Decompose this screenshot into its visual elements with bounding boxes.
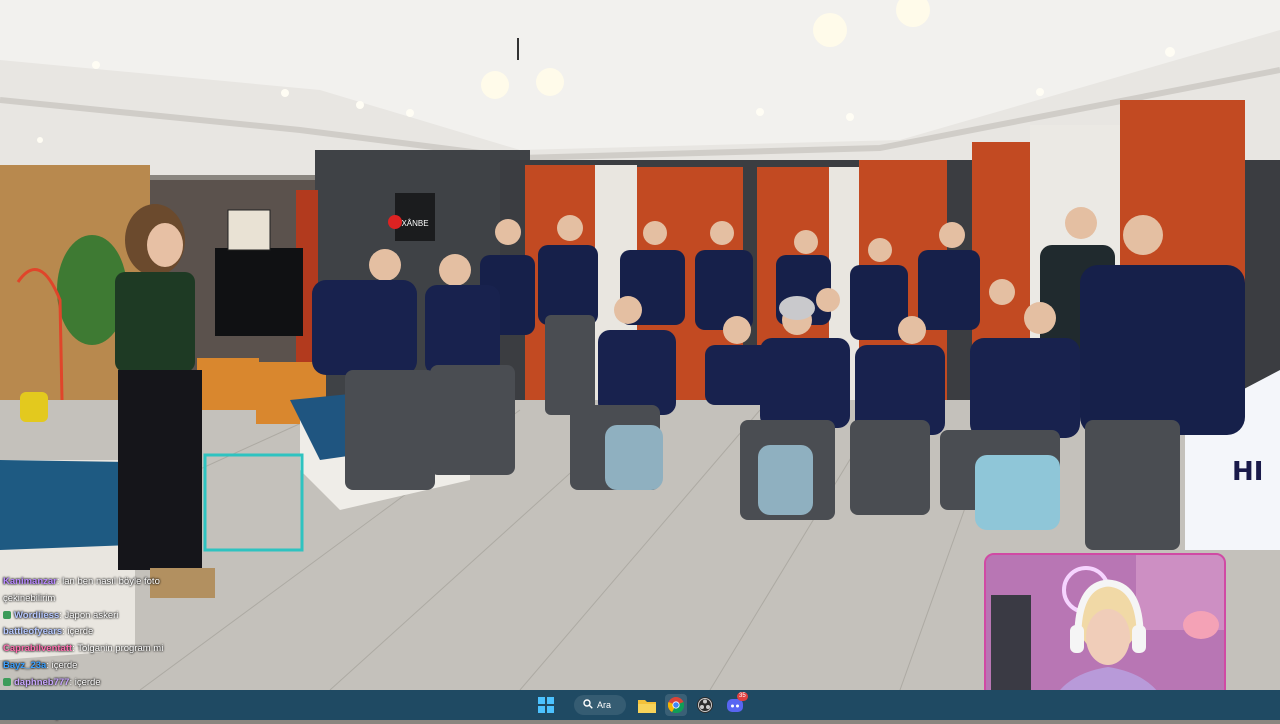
chat-badge-icon	[3, 677, 11, 686]
search-icon	[583, 699, 593, 711]
mic-arm	[991, 595, 1031, 695]
wall-frame	[227, 209, 271, 251]
search-label: Ara	[597, 700, 612, 710]
chat-username[interactable]: Kanimanzar	[3, 576, 57, 587]
chat-text: çekinebilirim	[3, 592, 56, 604]
chat-username[interactable]: Bayz_23a	[3, 660, 46, 671]
streamer-face	[1086, 609, 1130, 665]
arcade-text: HI	[1232, 457, 1263, 487]
chat-message: Wordiiess: Japon askeri	[3, 608, 118, 624]
chat-text: : Tolganin program mi	[72, 643, 164, 655]
chat-username[interactable]: daphneb777	[14, 677, 69, 688]
tv	[215, 248, 303, 336]
chat-text: : Japon askeri	[59, 609, 119, 621]
chat-username[interactable]: battleofyears	[3, 626, 62, 637]
logo-sign	[395, 193, 435, 241]
logo-sign-text: XÂNBE	[401, 219, 428, 228]
chat-message: daphneb777: içerde	[3, 675, 101, 691]
yellow-vase	[20, 392, 48, 422]
chat-text: : lan ben nasıl böyle foto	[56, 576, 160, 587]
discord-icon[interactable]: 35	[724, 692, 748, 716]
red-lamp	[388, 215, 402, 229]
obs-icon[interactable]	[694, 694, 716, 716]
blue-blanket-left	[0, 460, 132, 550]
file-explorer-icon[interactable]	[636, 694, 658, 716]
chat-badge-icon	[3, 610, 11, 619]
grey-beanie	[779, 296, 815, 320]
windows-taskbar: Ara 35	[0, 690, 1280, 720]
chat-message: çekinebilirim	[3, 591, 55, 607]
chrome-icon[interactable]	[665, 694, 687, 716]
taskbar-search[interactable]: Ara	[574, 695, 626, 715]
chat-username[interactable]: Wordiiess	[14, 610, 59, 621]
chat-message: Caprabilventatt: Tolganin program mi	[3, 641, 163, 657]
chat-message: Kanimanzar: lan ben nasıl böyle foto	[3, 574, 160, 590]
chat-text: : içerde	[69, 676, 101, 688]
stream-chat-overlay: Kanimanzar: lan ben nasıl böyle foto çeki…	[0, 574, 240, 721]
windows-start-icon[interactable]	[535, 694, 557, 716]
chat-text: : içerde	[62, 626, 94, 638]
chat-message: Bayz_23a: içerde	[3, 658, 77, 674]
chat-message: battleofyears: içerde	[3, 624, 93, 640]
plush-toy	[1183, 611, 1219, 639]
chat-username[interactable]: Caprabilventatt	[3, 643, 72, 654]
drawer-left	[197, 358, 259, 410]
chat-text: : içerde	[46, 660, 78, 671]
discord-notification-badge: 35	[737, 692, 748, 701]
